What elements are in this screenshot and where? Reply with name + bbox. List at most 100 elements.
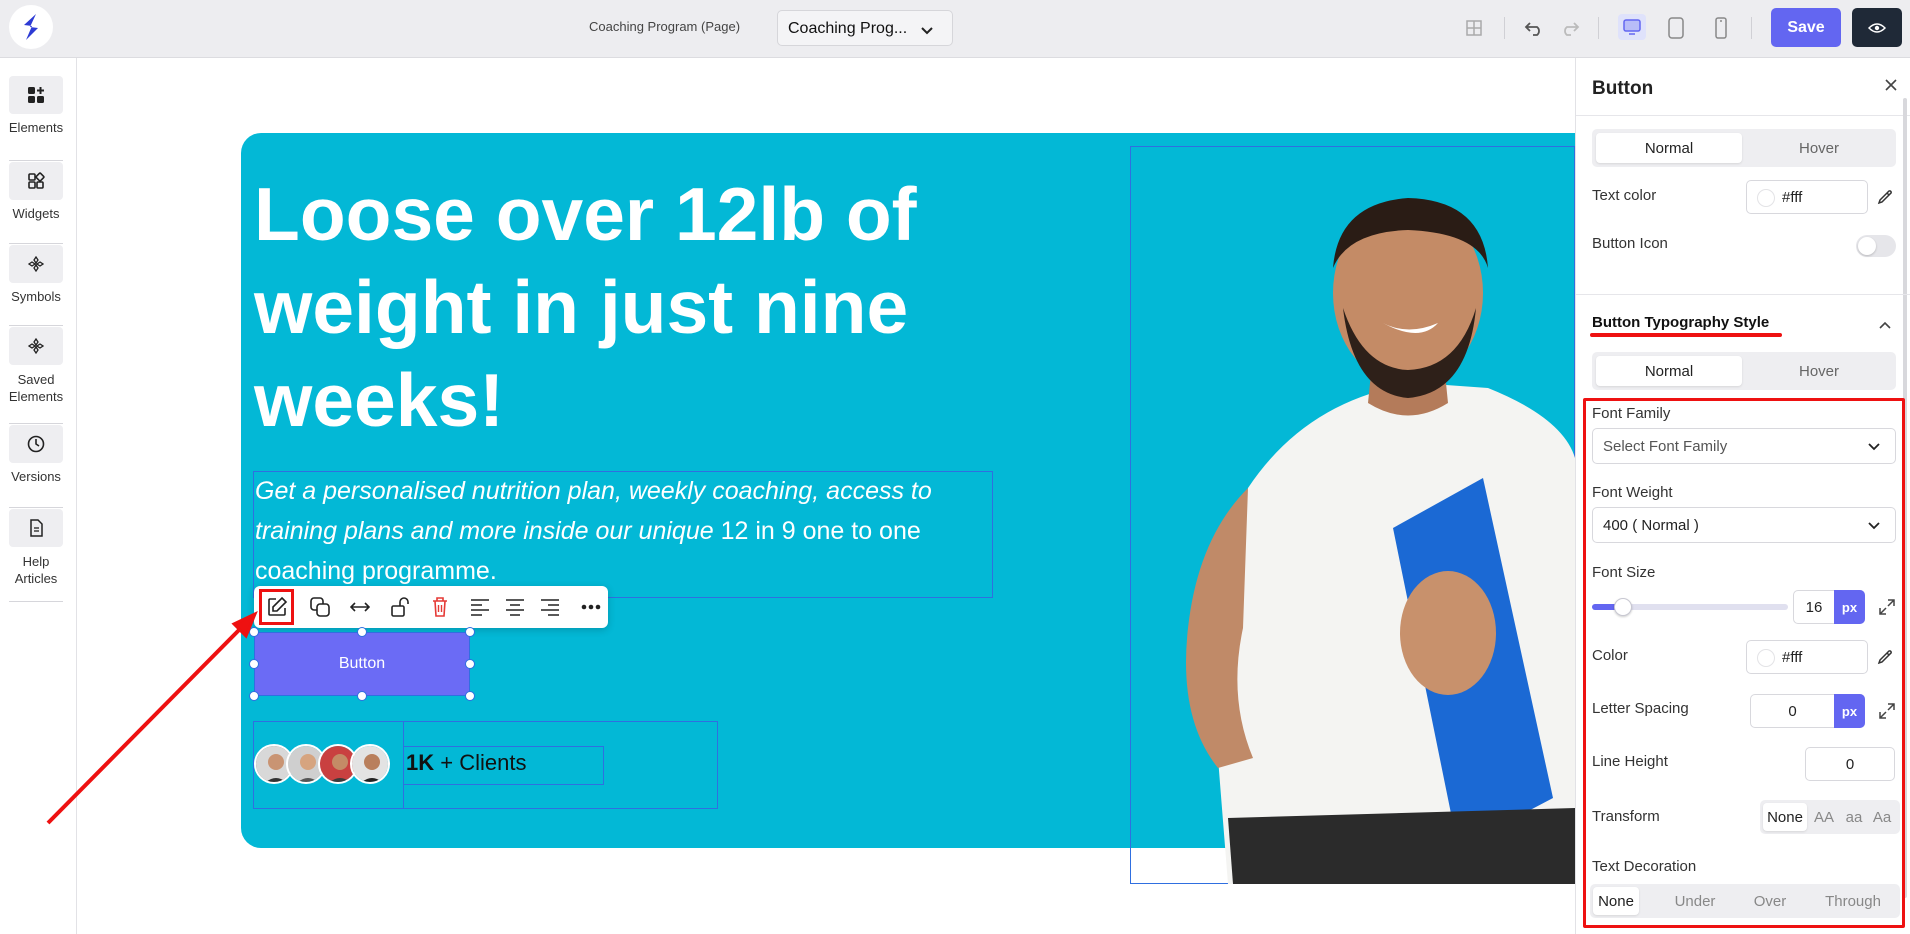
more-options-icon[interactable] (579, 595, 603, 619)
divider (1504, 17, 1505, 39)
highlight-underline (1590, 333, 1782, 337)
eyedropper-icon[interactable] (1876, 188, 1894, 211)
rail-item-saved-elements[interactable]: Saved Elements (0, 327, 72, 405)
chevron-down-icon (1867, 518, 1881, 535)
page-select[interactable]: Coaching Prog... (777, 10, 953, 46)
decoration-none[interactable]: None (1593, 887, 1639, 915)
transform-uppercase[interactable]: AA (1810, 803, 1838, 831)
typography-section-title[interactable]: Button Typography Style (1592, 314, 1769, 331)
divider (9, 243, 63, 244)
chevron-down-icon (1867, 439, 1881, 456)
text-color-field[interactable]: #fff (1746, 180, 1868, 214)
close-icon[interactable] (1884, 76, 1898, 97)
edit-highlight-box (259, 589, 294, 625)
font-family-label: Font Family (1592, 405, 1671, 422)
clients-count-bold: 1K (406, 750, 435, 775)
editor-canvas[interactable]: Loose over 12lb of weight in just nine w… (78, 58, 1575, 934)
rail-item-elements[interactable]: Elements (0, 76, 72, 135)
properties-panel: Button Normal Hover Text color #fff Butt… (1575, 58, 1910, 934)
button-icon-label: Button Icon (1592, 235, 1668, 252)
decoration-overline[interactable]: Over (1740, 887, 1800, 915)
hero-title[interactable]: Loose over 12lb of weight in just nine w… (254, 168, 1014, 447)
eyedropper-icon[interactable] (1876, 648, 1894, 671)
font-size-unit[interactable]: px (1834, 590, 1865, 624)
page-select-value: Coaching Prog... (788, 20, 908, 37)
top-toolbar: Coaching Program (Page) Coaching Prog...… (0, 0, 1910, 58)
hero-subtitle[interactable]: Get a personalised nutrition plan, weekl… (255, 471, 990, 591)
rail-label: Versions (11, 469, 61, 484)
expand-icon[interactable] (1878, 598, 1896, 616)
resize-handle[interactable] (465, 659, 475, 669)
color-value: #fff (1782, 649, 1803, 666)
tab-hover[interactable]: Hover (1746, 356, 1892, 386)
delete-icon[interactable] (428, 595, 452, 619)
transform-none[interactable]: None (1763, 803, 1807, 831)
undo-icon[interactable] (1522, 16, 1546, 40)
tablet-view-icon[interactable] (1664, 16, 1688, 40)
chevron-up-icon[interactable] (1878, 317, 1892, 335)
divider (1751, 17, 1752, 39)
tab-hover[interactable]: Hover (1746, 133, 1892, 163)
preview-button[interactable] (1852, 8, 1902, 47)
font-family-select[interactable]: Select Font Family (1592, 428, 1896, 464)
line-height-label: Line Height (1592, 753, 1668, 770)
letter-spacing-label: Letter Spacing (1592, 700, 1689, 717)
page-label: Coaching Program (Page) (589, 19, 741, 34)
divider (9, 423, 63, 424)
transform-capitalize[interactable]: Aa (1868, 803, 1896, 831)
decoration-line-through[interactable]: Through (1810, 887, 1896, 915)
resize-handle[interactable] (465, 691, 475, 701)
tab-normal[interactable]: Normal (1596, 133, 1742, 163)
font-weight-value: 400 ( Normal ) (1603, 517, 1699, 534)
left-rail: Elements Widgets Symbols Saved Elements … (0, 58, 77, 934)
unlock-icon[interactable] (388, 595, 412, 619)
color-field[interactable]: #fff (1746, 640, 1868, 674)
save-button[interactable]: Save (1771, 8, 1841, 47)
logo-icon (24, 14, 38, 40)
tab-normal[interactable]: Normal (1596, 356, 1742, 386)
resize-handle[interactable] (249, 691, 259, 701)
align-right-icon[interactable] (538, 595, 562, 619)
button-icon-toggle[interactable] (1856, 235, 1896, 257)
clients-count[interactable]: 1K + Clients (406, 750, 526, 776)
align-left-icon[interactable] (468, 595, 492, 619)
hero-button[interactable]: Button (255, 633, 469, 695)
color-swatch (1757, 189, 1775, 207)
text-color-value: #fff (1782, 189, 1803, 206)
duplicate-icon[interactable] (308, 595, 332, 619)
align-center-icon[interactable] (503, 595, 527, 619)
resize-handle[interactable] (465, 627, 475, 637)
app-logo[interactable] (9, 5, 53, 49)
decoration-underline[interactable]: Under (1660, 887, 1730, 915)
letter-spacing-unit[interactable]: px (1834, 694, 1865, 728)
line-height-input[interactable]: 0 (1805, 747, 1895, 781)
expand-icon[interactable] (1878, 702, 1896, 720)
rail-item-symbols[interactable]: Symbols (0, 245, 72, 304)
rail-item-help-articles[interactable]: Help Articles (0, 509, 72, 587)
rail-item-versions[interactable]: Versions (0, 425, 72, 484)
decoration-options: None Under Over Through (1590, 884, 1900, 918)
symbols-icon (9, 245, 63, 283)
divider (1576, 294, 1910, 295)
redo-icon[interactable] (1558, 16, 1582, 40)
resize-handle[interactable] (357, 691, 367, 701)
desktop-view-icon[interactable] (1618, 14, 1646, 40)
rail-label: Saved Elements (8, 372, 64, 404)
clients-count-suffix: + Clients (434, 750, 527, 775)
coach-photo[interactable] (1158, 158, 1575, 884)
typography-state-tabs: Normal Hover (1592, 352, 1896, 390)
divider (9, 601, 63, 602)
text-color-label: Text color (1592, 187, 1657, 204)
font-size-label: Font Size (1592, 564, 1656, 581)
font-size-slider[interactable] (1592, 598, 1788, 616)
font-weight-select[interactable]: 400 ( Normal ) (1592, 507, 1896, 543)
grid-icon[interactable] (1462, 16, 1486, 40)
resize-handle[interactable] (249, 627, 259, 637)
mobile-view-icon[interactable] (1709, 16, 1733, 40)
saved-elements-icon (9, 327, 63, 365)
rail-item-widgets[interactable]: Widgets (0, 162, 72, 221)
transform-lowercase[interactable]: aa (1840, 803, 1868, 831)
resize-handle[interactable] (357, 627, 367, 637)
resize-horizontal-icon[interactable] (348, 595, 372, 619)
resize-handle[interactable] (249, 659, 259, 669)
